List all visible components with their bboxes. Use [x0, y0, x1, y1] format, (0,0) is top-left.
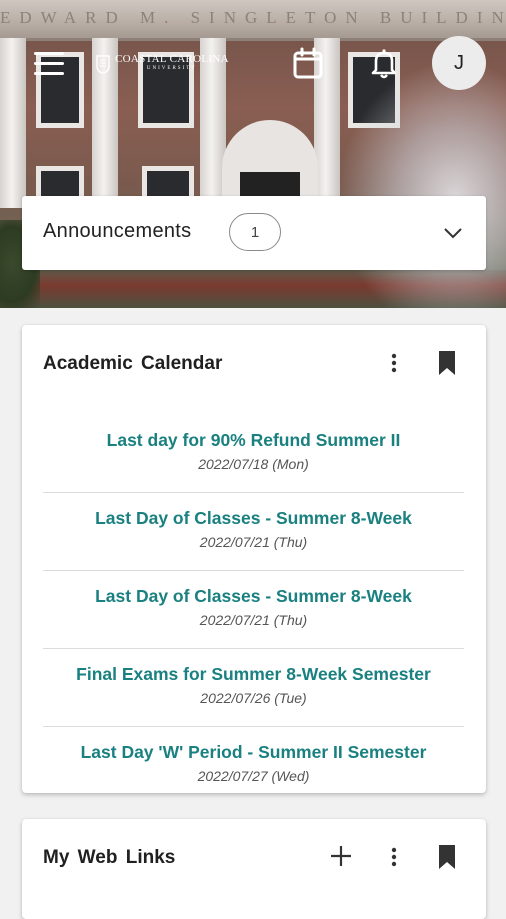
event-day: (Thu) — [273, 612, 308, 628]
logo-subtext: UNIVERSITY — [146, 66, 197, 71]
event-title[interactable]: Last Day of Classes - Summer 8-Week — [43, 586, 464, 607]
list-item[interactable]: Last Day 'W' Period - Summer II Semester… — [43, 727, 464, 788]
bookmark-icon[interactable] — [436, 349, 458, 377]
web-links-card: My Web Links — [22, 819, 486, 919]
event-day: (Mon) — [272, 456, 309, 472]
event-day: (Wed) — [271, 768, 310, 784]
more-options-icon[interactable] — [384, 843, 404, 871]
list-item[interactable]: Final Exams for Summer 8-Week Semester 2… — [43, 649, 464, 727]
more-options-icon[interactable] — [384, 349, 404, 377]
event-date: 2022/07/27 — [197, 768, 268, 784]
add-icon[interactable] — [328, 843, 354, 869]
event-date: 2022/07/21 — [199, 612, 270, 628]
announcements-bar[interactable]: Announcements 1 — [22, 196, 486, 270]
menu-icon[interactable] — [34, 52, 64, 76]
university-logo: COASTAL CAROLINA UNIVERSITY — [96, 52, 229, 76]
announcements-label: Announcements — [43, 220, 192, 242]
event-date: 2022/07/18 — [198, 456, 269, 472]
card-title: Academic Calendar — [43, 353, 223, 374]
event-list: Last day for 90% Refund Summer II 2022/0… — [43, 415, 464, 788]
announcements-count-badge: 1 — [229, 213, 281, 251]
bookmark-icon[interactable] — [436, 843, 458, 871]
academic-calendar-card: Academic Calendar Last day for 90% Refun… — [22, 325, 486, 793]
banner-text: EDWARD M. SINGLETON BUILDING — [0, 8, 506, 27]
avatar[interactable]: J — [432, 36, 486, 90]
fountain — [336, 60, 506, 308]
building-column — [0, 38, 26, 208]
list-item[interactable]: Last Day of Classes - Summer 8-Week 2022… — [43, 493, 464, 571]
event-date: 2022/07/26 — [200, 690, 271, 706]
event-date: 2022/07/21 — [199, 534, 270, 550]
calendar-icon[interactable] — [291, 46, 325, 80]
bell-icon[interactable] — [367, 46, 401, 80]
event-title[interactable]: Final Exams for Summer 8-Week Semester — [43, 664, 464, 685]
event-title[interactable]: Last Day of Classes - Summer 8-Week — [43, 508, 464, 529]
event-title[interactable]: Last Day 'W' Period - Summer II Semester — [43, 742, 464, 763]
event-day: (Thu) — [273, 534, 308, 550]
logo-mark-icon — [96, 55, 110, 74]
list-item[interactable]: Last Day of Classes - Summer 8-Week 2022… — [43, 571, 464, 649]
chevron-down-icon[interactable] — [442, 222, 464, 244]
card-title: My Web Links — [43, 847, 176, 868]
list-item[interactable]: Last day for 90% Refund Summer II 2022/0… — [43, 415, 464, 493]
building-cornice: EDWARD M. SINGLETON BUILDING — [0, 0, 506, 41]
event-day: (Tue) — [274, 690, 307, 706]
event-title[interactable]: Last day for 90% Refund Summer II — [43, 430, 464, 451]
